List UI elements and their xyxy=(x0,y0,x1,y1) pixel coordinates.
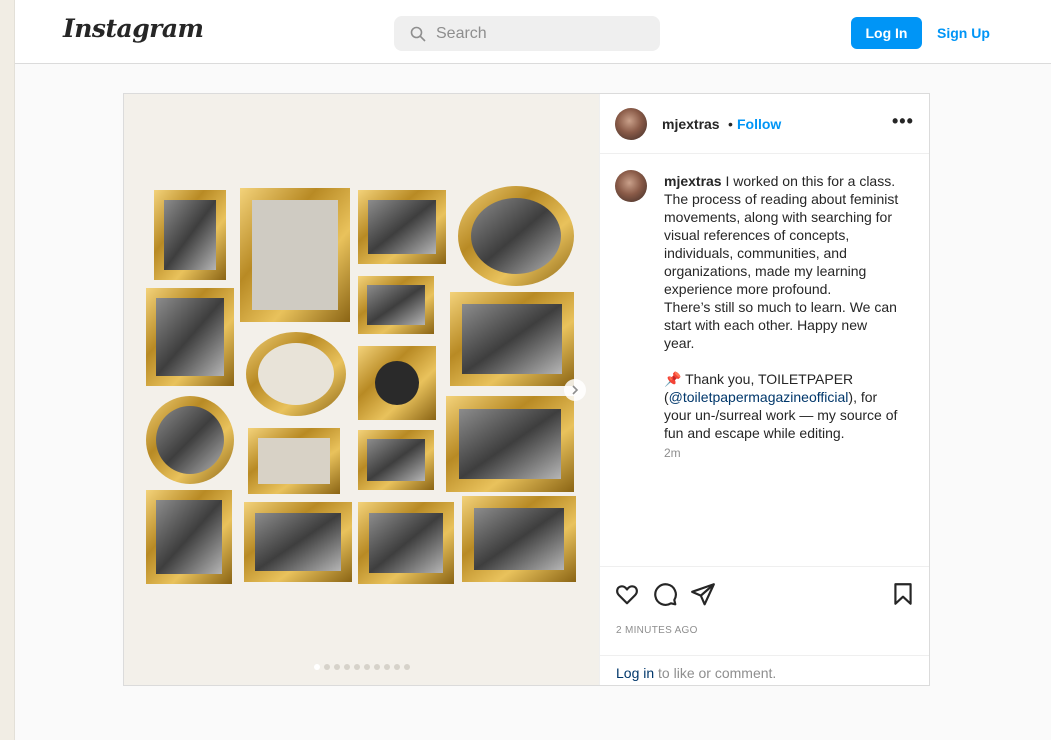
share-icon[interactable] xyxy=(690,581,716,607)
instagram-logo[interactable]: Instagram xyxy=(63,14,204,43)
chevron-right-icon xyxy=(572,385,579,395)
post-timestamp[interactable]: 2 MINUTES AGO xyxy=(616,625,698,636)
carousel-dot xyxy=(324,664,330,670)
top-nav: Instagram Log In Sign Up xyxy=(15,0,1051,64)
bookmark-icon[interactable] xyxy=(890,581,916,607)
caption-line: fun and escape while editing. xyxy=(664,425,845,441)
caption-line: your un-/surreal work — my source of xyxy=(664,407,898,423)
post-sidebar: mjextras • Follow ••• mjextras I worked … xyxy=(599,94,929,685)
search-icon xyxy=(410,26,426,42)
caption-avatar[interactable] xyxy=(615,170,647,202)
browser-page: Instagram Log In Sign Up xyxy=(14,0,1051,740)
caption-line: year. xyxy=(664,335,695,351)
caption-line: visual references of concepts, xyxy=(664,227,850,243)
carousel-dot xyxy=(384,664,390,670)
carousel-dot xyxy=(314,664,320,670)
header-separator: • xyxy=(728,116,733,132)
caption-line: The process of reading about feminist xyxy=(664,191,899,207)
carousel-dot xyxy=(364,664,370,670)
caption-line: There’s still so much to learn. We can xyxy=(664,299,897,315)
caption-line: individuals, communities, and xyxy=(664,245,847,261)
caption-timestamp[interactable]: 2m xyxy=(664,446,681,460)
pushpin-icon: 📌 xyxy=(664,371,682,387)
search-input[interactable] xyxy=(436,24,636,43)
signup-link[interactable]: Sign Up xyxy=(937,25,990,41)
post-image-carousel[interactable] xyxy=(124,94,599,685)
carousel-dot xyxy=(334,664,340,670)
post-header: mjextras • Follow ••• xyxy=(600,94,929,154)
follow-button[interactable]: Follow xyxy=(737,116,781,132)
mention-link[interactable]: @toiletpapermagazineofficial xyxy=(669,389,849,405)
caption-line: 📌 Thank you, TOILETPAPER xyxy=(664,371,854,387)
carousel-dot xyxy=(374,664,380,670)
caption-line: start with each other. Happy new xyxy=(664,317,868,333)
author-avatar[interactable] xyxy=(615,108,647,140)
carousel-dot xyxy=(344,664,350,670)
carousel-dot xyxy=(404,664,410,670)
carousel-dot xyxy=(354,664,360,670)
author-username[interactable]: mjextras xyxy=(662,116,720,132)
carousel-dot xyxy=(394,664,400,670)
post-card: mjextras • Follow ••• mjextras I worked … xyxy=(123,93,930,686)
more-options-button[interactable]: ••• xyxy=(892,111,914,132)
comment-icon[interactable] xyxy=(652,581,678,607)
caption-username[interactable]: mjextras xyxy=(664,173,722,189)
framed-artwork-collage xyxy=(146,186,576,584)
post-actions: 2 MINUTES AGO Log in to like or comment. xyxy=(600,566,929,686)
caption-line: experience more profound. xyxy=(664,281,832,297)
caption-line: movements, along with searching for xyxy=(664,209,892,225)
caption-line: mjextras I worked on this for a class. xyxy=(664,173,896,189)
post-caption: mjextras I worked on this for a class. T… xyxy=(664,172,914,442)
carousel-next-button[interactable] xyxy=(564,379,586,401)
caption-line: organizations, made my learning xyxy=(664,263,867,279)
login-button[interactable]: Log In xyxy=(851,17,922,49)
carousel-indicators xyxy=(314,664,410,670)
heart-icon[interactable] xyxy=(614,581,640,607)
login-prompt: Log in to like or comment. xyxy=(600,655,929,687)
search-box[interactable] xyxy=(394,16,660,51)
login-link[interactable]: Log in xyxy=(616,665,654,681)
caption-line: (@toiletpapermagazineofficial), for xyxy=(664,389,878,405)
